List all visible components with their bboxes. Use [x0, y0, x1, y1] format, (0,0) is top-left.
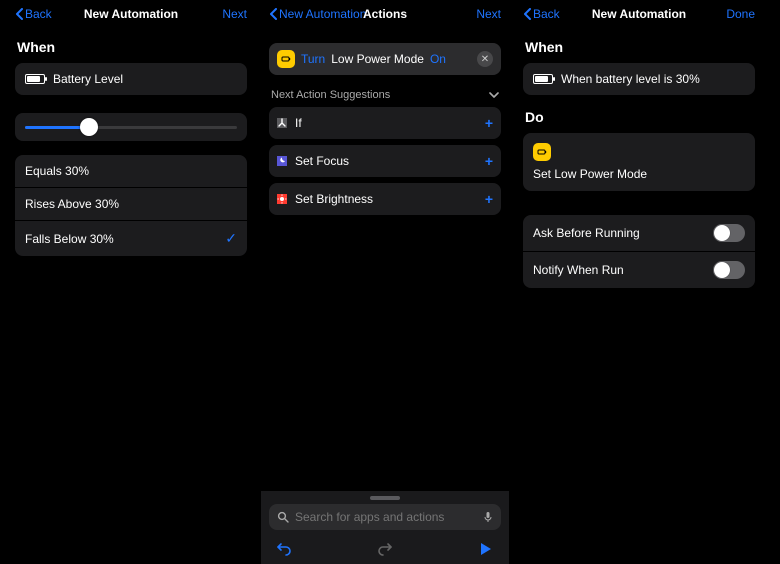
- add-suggestion-button[interactable]: +: [485, 115, 493, 131]
- when-summary[interactable]: When battery level is 30%: [523, 63, 755, 95]
- slider-track: [25, 126, 237, 129]
- section-header-when: When: [7, 25, 255, 63]
- suggestion-set-brightness[interactable]: Set Brightness +: [269, 183, 501, 215]
- do-text: Set Low Power Mode: [533, 167, 745, 181]
- toggle-notify-when-run: Notify When Run: [523, 251, 755, 288]
- back-button[interactable]: Back: [523, 7, 560, 21]
- when-text: When battery level is 30%: [561, 72, 700, 86]
- bottom-bar: [261, 490, 509, 564]
- if-icon: [277, 118, 287, 128]
- checkmark-icon: ✓: [225, 230, 237, 247]
- option-falls-below[interactable]: Falls Below 30% ✓: [15, 220, 247, 256]
- action-subject: Low Power Mode: [331, 52, 424, 66]
- done-button[interactable]: Done: [726, 7, 755, 21]
- pane-actions: New Automation Actions Next Turn Low Pow…: [261, 0, 509, 564]
- undo-button[interactable]: [275, 540, 293, 558]
- slider-thumb[interactable]: [80, 118, 98, 136]
- search-bar[interactable]: [269, 504, 501, 530]
- tab-bar: [261, 536, 509, 564]
- back-label: Back: [25, 7, 52, 21]
- nav-bar: Back New Automation Next: [7, 0, 255, 28]
- next-button[interactable]: Next: [476, 7, 501, 21]
- battery-slider[interactable]: [15, 113, 247, 141]
- section-header-when: When: [515, 25, 763, 63]
- option-label: Falls Below 30%: [25, 232, 114, 246]
- pane-trigger-config: Back New Automation Next When Battery Le…: [7, 0, 255, 564]
- next-button[interactable]: Next: [222, 7, 247, 21]
- low-power-icon: [277, 50, 295, 68]
- mic-icon[interactable]: [483, 511, 493, 523]
- focus-icon: [277, 156, 287, 166]
- suggestion-label: If: [295, 116, 302, 130]
- option-label: Equals 30%: [25, 164, 89, 178]
- option-label: Rises Above 30%: [25, 197, 119, 211]
- play-icon: [481, 543, 491, 555]
- sheet-grabber[interactable]: [370, 496, 400, 500]
- chevron-left-icon: [15, 8, 23, 20]
- remove-action-button[interactable]: ✕: [477, 51, 493, 67]
- add-suggestion-button[interactable]: +: [485, 191, 493, 207]
- toggle-label: Ask Before Running: [533, 226, 640, 240]
- trigger-battery-level[interactable]: Battery Level: [15, 63, 247, 95]
- toggle-ask-before-running: Ask Before Running: [523, 215, 755, 251]
- action-verb: Turn: [301, 52, 325, 66]
- back-button[interactable]: Back: [15, 7, 52, 21]
- toggle-group: Ask Before Running Notify When Run: [523, 215, 755, 288]
- back-label: Back: [533, 7, 560, 21]
- section-header-do: Do: [515, 95, 763, 133]
- back-label: New Automation: [279, 7, 366, 21]
- option-rises-above[interactable]: Rises Above 30%: [15, 187, 247, 220]
- search-icon: [277, 511, 289, 523]
- chevron-left-icon: [269, 8, 277, 20]
- suggestion-set-focus[interactable]: Set Focus +: [269, 145, 501, 177]
- do-summary[interactable]: Set Low Power Mode: [523, 133, 755, 191]
- back-button[interactable]: New Automation: [269, 7, 366, 21]
- switch[interactable]: [713, 261, 745, 279]
- trigger-label: Battery Level: [53, 72, 123, 86]
- pane-summary: Back New Automation Done When When batte…: [515, 0, 763, 564]
- toggle-label: Notify When Run: [533, 263, 624, 277]
- condition-options: Equals 30% Rises Above 30% Falls Below 3…: [15, 155, 247, 256]
- run-button[interactable]: [477, 540, 495, 558]
- search-input[interactable]: [295, 510, 477, 524]
- suggestion-label: Set Brightness: [295, 192, 373, 206]
- add-suggestion-button[interactable]: +: [485, 153, 493, 169]
- battery-icon: [533, 74, 553, 84]
- nav-bar: Back New Automation Done: [515, 0, 763, 28]
- nav-bar: New Automation Actions Next: [261, 0, 509, 28]
- switch[interactable]: [713, 224, 745, 242]
- suggestion-label: Set Focus: [295, 154, 349, 168]
- action-low-power-mode[interactable]: Turn Low Power Mode On ✕: [269, 43, 501, 75]
- chevron-down-icon: [489, 91, 499, 99]
- redo-button[interactable]: [376, 540, 394, 558]
- action-value: On: [430, 52, 446, 66]
- battery-icon: [25, 74, 45, 84]
- brightness-icon: [277, 194, 287, 204]
- option-equals[interactable]: Equals 30%: [15, 155, 247, 187]
- suggestions-label: Next Action Suggestions: [271, 89, 390, 101]
- suggestion-if[interactable]: If +: [269, 107, 501, 139]
- low-power-icon: [533, 143, 551, 161]
- suggestions-header[interactable]: Next Action Suggestions: [261, 75, 509, 107]
- chevron-left-icon: [523, 8, 531, 20]
